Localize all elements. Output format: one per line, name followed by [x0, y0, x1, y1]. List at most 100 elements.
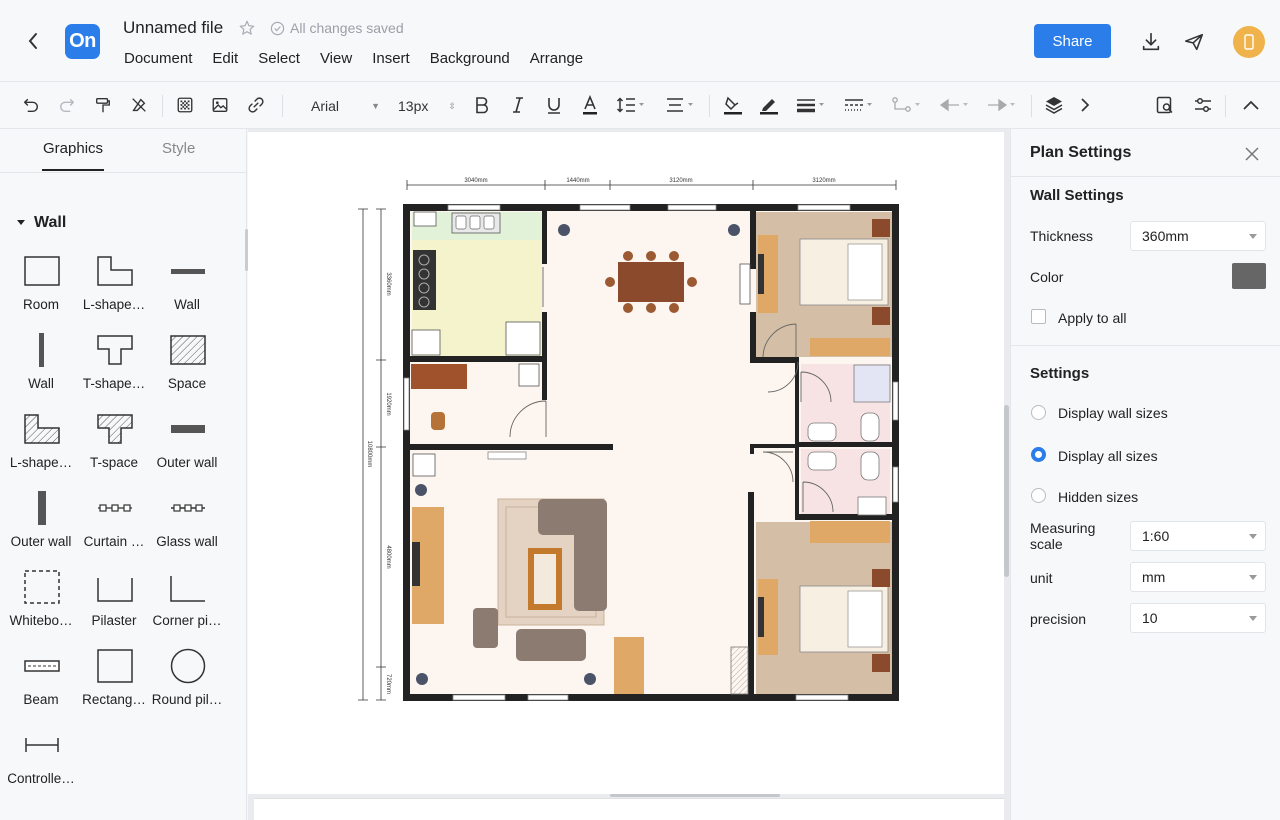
image-icon[interactable] — [209, 94, 231, 116]
line-style-icon[interactable] — [842, 94, 876, 116]
italic-icon[interactable] — [507, 94, 529, 116]
hidden-sizes-label[interactable]: Hidden sizes — [1058, 489, 1138, 505]
menu-background[interactable]: Background — [430, 50, 510, 67]
avatar[interactable] — [1233, 26, 1265, 58]
find-icon[interactable] — [1154, 94, 1176, 116]
text-align-icon[interactable] — [664, 94, 696, 116]
shape-label: Corner pi… — [152, 613, 222, 628]
format-painter-icon[interactable] — [92, 94, 114, 116]
shape-label: Outer wall — [156, 455, 218, 470]
underline-icon[interactable] — [543, 94, 565, 116]
undo-icon[interactable] — [20, 94, 42, 116]
shape-curtain-wall[interactable]: Curtain … — [74, 491, 154, 561]
thickness-label: Thickness — [1030, 228, 1094, 244]
unit-select[interactable]: mm — [1130, 562, 1266, 592]
link-icon[interactable] — [245, 94, 267, 116]
shape-pilaster[interactable]: Pilaster — [74, 570, 154, 640]
measuring-scale-select[interactable]: 1:60 — [1130, 521, 1266, 551]
display-wall-sizes-label[interactable]: Display wall sizes — [1058, 405, 1168, 421]
sidebar-tabs: Graphics Style — [0, 129, 247, 173]
download-icon[interactable] — [1139, 30, 1163, 54]
star-icon[interactable] — [238, 19, 256, 37]
arrow-end-icon[interactable] — [985, 94, 1019, 116]
shape-glass-wall[interactable]: Glass wall — [147, 491, 227, 561]
shape-label: Round pil… — [151, 692, 223, 707]
canvas-horizontal-scrollbar[interactable] — [610, 794, 780, 797]
floor-plan[interactable]: 3040mm 1440mm 3120mm 3120mm 3360mm 1920m… — [248, 132, 1004, 794]
line-spacing-icon[interactable] — [615, 94, 647, 116]
panel-divider — [1011, 176, 1280, 177]
canvas-area: 3040mm 1440mm 3120mm 3120mm 3360mm 1920m… — [248, 129, 1010, 820]
menu-document[interactable]: Document — [124, 50, 192, 67]
shape-room[interactable]: Room — [1, 254, 81, 324]
share-button[interactable]: Share — [1034, 24, 1111, 58]
shape-t-shape-room[interactable]: T-shape… — [74, 333, 154, 403]
apply-to-all-checkbox[interactable] — [1031, 309, 1046, 324]
dim-left-2: 1920mm — [385, 392, 391, 415]
corner-pilaster-icon — [169, 570, 207, 604]
line-weight-icon[interactable] — [794, 94, 828, 116]
shape-outer-wall[interactable]: Outer wall — [147, 412, 227, 482]
shape-label: T-shape… — [82, 376, 146, 391]
shape-round-pillar[interactable]: Round pil… — [147, 648, 227, 719]
shape-controller[interactable]: Controlle… — [1, 728, 81, 798]
pilaster-icon — [96, 570, 134, 604]
caret-down-icon — [1249, 575, 1257, 580]
font-size-select[interactable]: 13px ⇳ — [398, 95, 456, 117]
tab-style[interactable]: Style — [162, 140, 195, 157]
apply-to-all-label[interactable]: Apply to all — [1058, 310, 1126, 326]
menu-edit[interactable]: Edit — [212, 50, 238, 67]
settings-sliders-icon[interactable] — [1192, 94, 1214, 116]
shape-vertical-outer-wall[interactable]: Outer wall — [1, 491, 81, 561]
layers-icon[interactable] — [1043, 94, 1065, 116]
canvas-page[interactable]: 3040mm 1440mm 3120mm 3120mm 3360mm 1920m… — [248, 132, 1004, 794]
menu-arrange[interactable]: Arrange — [530, 50, 583, 67]
menu-bar: Document Edit Select View Insert Backgro… — [124, 50, 603, 67]
menu-select[interactable]: Select — [258, 50, 300, 67]
curtain-wall-icon — [96, 491, 134, 525]
shape-label: Wall — [28, 376, 54, 391]
shape-rectangular-pillar[interactable]: Rectang… — [74, 649, 154, 719]
thickness-select[interactable]: 360mm — [1130, 221, 1266, 251]
shape-library-sidebar: Graphics Style Wall Room L-shape… Wall W… — [0, 129, 248, 820]
line-color-icon[interactable] — [758, 94, 780, 116]
radio-display-wall-sizes[interactable] — [1031, 405, 1046, 420]
chevron-up-icon[interactable] — [1240, 94, 1262, 116]
precision-select[interactable]: 10 — [1130, 603, 1266, 633]
file-title[interactable]: Unnamed file — [123, 18, 223, 38]
back-button[interactable] — [22, 30, 44, 52]
section-wall[interactable]: Wall — [16, 214, 66, 232]
radio-display-all-sizes[interactable] — [1031, 447, 1046, 462]
send-icon[interactable] — [1182, 30, 1206, 54]
tab-graphics[interactable]: Graphics — [43, 140, 103, 157]
menu-insert[interactable]: Insert — [372, 50, 410, 67]
radio-hidden-sizes[interactable] — [1031, 488, 1046, 503]
font-family-select[interactable]: Arial ▼ — [300, 95, 380, 117]
shape-l-shape-space[interactable]: L-shape… — [1, 412, 81, 482]
display-all-sizes-label[interactable]: Display all sizes — [1058, 448, 1158, 464]
canvas-vertical-scrollbar[interactable] — [1004, 405, 1009, 577]
shape-wall[interactable]: Wall — [147, 254, 227, 324]
shape-space[interactable]: Space — [147, 333, 227, 403]
bold-icon[interactable] — [471, 94, 493, 116]
shape-l-shape-room[interactable]: L-shape… — [74, 254, 154, 324]
fill-pattern-icon[interactable] — [174, 94, 196, 116]
shape-whiteboard-wall[interactable]: Whitebo… — [1, 570, 81, 640]
close-icon[interactable] — [1243, 145, 1261, 163]
text-color-icon[interactable] — [579, 94, 601, 116]
menu-view[interactable]: View — [320, 50, 352, 67]
clear-format-icon[interactable] — [128, 94, 150, 116]
shape-vertical-wall[interactable]: Wall — [1, 333, 81, 403]
redo-icon[interactable] — [56, 94, 78, 116]
space-icon — [169, 333, 207, 367]
connector-icon[interactable] — [890, 94, 924, 116]
shape-beam[interactable]: Beam — [1, 649, 81, 719]
shape-corner-pilaster[interactable]: Corner pi… — [147, 570, 227, 640]
wall-color-swatch[interactable] — [1232, 263, 1266, 289]
shape-label: Curtain … — [83, 534, 145, 549]
chevron-right-icon[interactable] — [1074, 94, 1096, 116]
fill-color-icon[interactable] — [722, 94, 744, 116]
caret-down-icon — [1249, 616, 1257, 621]
arrow-start-icon[interactable] — [938, 94, 972, 116]
shape-t-space[interactable]: T-space — [74, 412, 154, 482]
